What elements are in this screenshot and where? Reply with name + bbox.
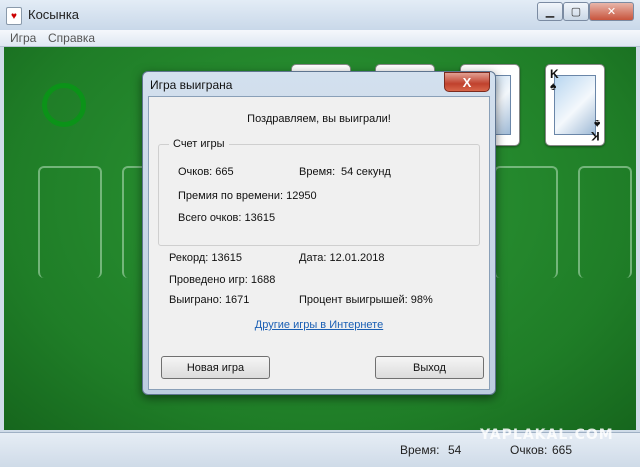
maximize-button[interactable]: ▢: [563, 2, 589, 21]
close-icon: X: [462, 74, 472, 90]
record-text: Рекорд: 13615: [169, 252, 243, 264]
congrats-message: Поздравляем, вы выиграли!: [247, 113, 391, 125]
points-text: Очков: 665: [178, 166, 234, 178]
title-bar: ♥ Косынка ▁ ▢ ✕: [0, 0, 640, 30]
minimize-icon: ▁: [545, 6, 555, 18]
time-bonus-text: Премия по времени: 12950: [178, 190, 317, 202]
exit-button[interactable]: Выход: [375, 356, 484, 379]
date-text: Дата: 12.01.2018: [299, 252, 385, 264]
status-time-label: Время:: [400, 443, 440, 457]
dialog-close-button[interactable]: X: [444, 72, 490, 92]
stock-pile-empty[interactable]: [42, 83, 86, 127]
minimize-button[interactable]: ▁: [537, 2, 563, 21]
maximize-icon: ▢: [570, 6, 582, 18]
tableau-slot[interactable]: [494, 166, 558, 278]
game-won-dialog: Игра выиграна X Поздравляем, вы выиграли…: [142, 71, 496, 395]
games-won-text: Выиграно: 1671: [169, 294, 250, 306]
status-score-label: Очков:: [510, 443, 548, 457]
menu-game[interactable]: Игра: [10, 31, 36, 45]
close-window-button[interactable]: ✕: [589, 2, 634, 21]
time-label: Время:: [299, 166, 336, 178]
status-score-value: 665: [552, 443, 573, 457]
score-group-title: Счет игры: [169, 138, 229, 150]
spade-icon: ♠: [550, 79, 557, 93]
menu-bar: Игра Справка: [0, 30, 640, 47]
status-time-value: 54: [448, 443, 462, 457]
dialog-body: Поздравляем, вы выиграли! Счет игры Очко…: [148, 96, 490, 390]
new-game-button[interactable]: Новая игра: [161, 356, 270, 379]
close-icon: ✕: [606, 6, 617, 18]
more-games-link[interactable]: Другие игры в Интернете: [149, 319, 489, 331]
solitaire-app-icon: ♥: [6, 7, 22, 25]
tableau-slot[interactable]: [578, 166, 632, 278]
dialog-title: Игра выиграна: [150, 78, 233, 92]
card-picture: [554, 75, 596, 135]
total-points-text: Всего очков: 13615: [178, 212, 276, 224]
tableau-slot[interactable]: [38, 166, 102, 278]
spade-icon: ♠: [593, 117, 600, 131]
games-played-text: Проведено игр: 1688: [169, 274, 276, 286]
window-title: Косынка: [28, 7, 80, 22]
win-percent-text: Процент выигрышей: 98%: [299, 294, 433, 306]
menu-help[interactable]: Справка: [48, 31, 95, 45]
watermark: YAPLAKAL.COM: [480, 427, 614, 443]
card-rank: K: [591, 129, 600, 143]
foundation-king-spades[interactable]: K ♠ K ♠: [545, 64, 605, 146]
time-value: 54 секунд: [341, 166, 391, 178]
